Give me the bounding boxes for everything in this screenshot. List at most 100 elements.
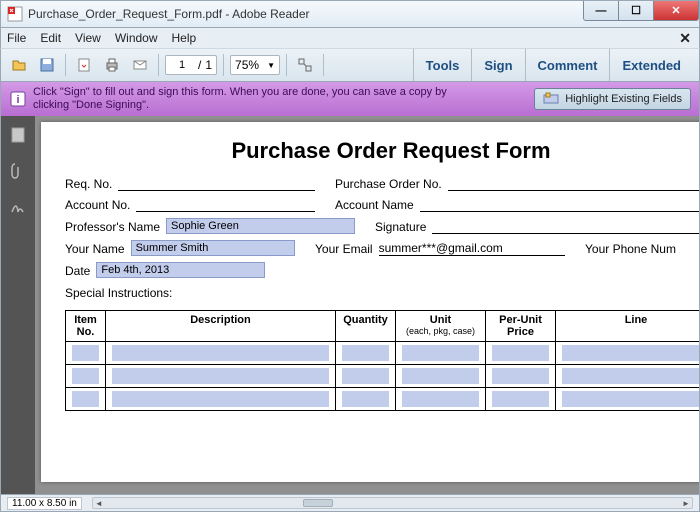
- toolbar: / 1 75% ▼ Tools Sign Comment Extended: [0, 48, 700, 82]
- field-req-no[interactable]: [118, 176, 315, 191]
- sign-banner: i Click "Sign" to fill out and sign this…: [0, 82, 700, 116]
- menu-help[interactable]: Help: [172, 31, 197, 45]
- cell-input[interactable]: [112, 391, 329, 407]
- field-po-no[interactable]: [448, 176, 699, 191]
- label-special: Special Instructions:: [65, 286, 172, 300]
- window-title: Purchase_Order_Request_Form.pdf - Adobe …: [28, 7, 310, 21]
- page-total: 1: [205, 58, 212, 72]
- page-sep: /: [198, 58, 201, 72]
- chevron-down-icon: ▼: [267, 61, 275, 70]
- page-dimensions: 11.00 x 8.50 in: [7, 497, 82, 510]
- label-your-name: Your Name: [65, 242, 125, 256]
- window-controls: — ☐ ✕: [584, 1, 699, 21]
- menu-edit[interactable]: Edit: [40, 31, 61, 45]
- pdf-icon: [7, 6, 23, 22]
- toolbar-separator: [158, 54, 159, 76]
- table-row: [66, 365, 700, 388]
- signatures-icon[interactable]: [9, 198, 27, 216]
- label-account-no: Account No.: [65, 198, 130, 212]
- field-account-name[interactable]: [420, 197, 699, 212]
- toolbar-separator: [323, 54, 324, 76]
- label-account-name: Account Name: [335, 198, 414, 212]
- email-button[interactable]: [128, 53, 152, 77]
- tools-button[interactable]: Tools: [413, 49, 472, 81]
- highlight-label: Highlight Existing Fields: [565, 93, 682, 105]
- label-prof-name: Professor's Name: [65, 220, 160, 234]
- col-quantity: Quantity: [336, 311, 396, 342]
- cell-input[interactable]: [112, 368, 329, 384]
- highlight-fields-button[interactable]: Highlight Existing Fields: [534, 88, 691, 110]
- cell-input[interactable]: [342, 368, 389, 384]
- cell-input[interactable]: [72, 391, 99, 407]
- zoom-dropdown[interactable]: 75% ▼: [230, 55, 280, 75]
- label-date: Date: [65, 264, 90, 278]
- scroll-thumb[interactable]: [303, 499, 333, 507]
- menu-window[interactable]: Window: [115, 31, 158, 45]
- table-row: [66, 342, 700, 365]
- label-your-email: Your Email: [315, 242, 373, 256]
- cell-input[interactable]: [492, 368, 549, 384]
- title-bar: Purchase_Order_Request_Form.pdf - Adobe …: [0, 0, 700, 28]
- col-line: Line: [556, 311, 700, 342]
- field-account-no[interactable]: [136, 197, 315, 212]
- cell-input[interactable]: [492, 345, 549, 361]
- field-prof-name[interactable]: Sophie Green: [166, 218, 355, 234]
- field-signature[interactable]: [432, 219, 699, 234]
- sign-button[interactable]: Sign: [471, 49, 524, 81]
- form-title: Purchase Order Request Form: [65, 138, 699, 164]
- horizontal-scrollbar[interactable]: ◄ ►: [92, 497, 693, 509]
- pdf-page: Purchase Order Request Form Req. No. Pur…: [41, 122, 699, 482]
- save-button[interactable]: [35, 53, 59, 77]
- cell-input[interactable]: [402, 368, 479, 384]
- maximize-button[interactable]: ☐: [618, 1, 654, 21]
- label-your-phone: Your Phone Num: [585, 242, 676, 256]
- label-signature: Signature: [375, 220, 426, 234]
- cell-input[interactable]: [402, 391, 479, 407]
- minimize-button[interactable]: —: [583, 1, 619, 21]
- col-description: Description: [106, 311, 336, 342]
- col-item-no: Item No.: [66, 311, 106, 342]
- cell-input[interactable]: [492, 391, 549, 407]
- scroll-left-arrow[interactable]: ◄: [93, 498, 105, 508]
- cell-input[interactable]: [562, 368, 699, 384]
- menu-bar: File Edit View Window Help ✕: [0, 28, 700, 48]
- cell-input[interactable]: [402, 345, 479, 361]
- col-unit: Unit(each, pkg, case): [396, 311, 486, 342]
- info-icon: i: [9, 90, 27, 108]
- table-row: [66, 388, 700, 411]
- cell-input[interactable]: [562, 391, 699, 407]
- extended-button[interactable]: Extended: [609, 49, 693, 81]
- main-area: Purchase Order Request Form Req. No. Pur…: [0, 116, 700, 494]
- status-bar: 11.00 x 8.50 in ◄ ►: [0, 494, 700, 512]
- cell-input[interactable]: [72, 345, 99, 361]
- close-button[interactable]: ✕: [653, 1, 699, 21]
- cell-input[interactable]: [562, 345, 699, 361]
- highlight-icon: [543, 92, 559, 106]
- print-button[interactable]: [100, 53, 124, 77]
- cell-input[interactable]: [72, 368, 99, 384]
- cell-input[interactable]: [342, 391, 389, 407]
- open-button[interactable]: [7, 53, 31, 77]
- field-date[interactable]: Feb 4th, 2013: [96, 262, 265, 278]
- fit-button[interactable]: [293, 53, 317, 77]
- col-per-unit: Per-Unit Price: [486, 311, 556, 342]
- field-your-email[interactable]: summer***@gmail.com: [379, 241, 565, 256]
- document-viewport[interactable]: Purchase Order Request Form Req. No. Pur…: [35, 116, 699, 494]
- menu-close-icon[interactable]: ✕: [679, 30, 691, 47]
- export-button[interactable]: [72, 53, 96, 77]
- cell-input[interactable]: [342, 345, 389, 361]
- menu-view[interactable]: View: [75, 31, 101, 45]
- svg-text:i: i: [16, 94, 19, 106]
- thumbnails-icon[interactable]: [9, 126, 27, 144]
- label-po-no: Purchase Order No.: [335, 177, 442, 191]
- toolbar-separator: [223, 54, 224, 76]
- scroll-right-arrow[interactable]: ►: [680, 498, 692, 508]
- page-navigator[interactable]: / 1: [165, 55, 217, 75]
- page-current-input[interactable]: [170, 59, 194, 71]
- attachments-icon[interactable]: [9, 162, 27, 180]
- toolbar-separator: [65, 54, 66, 76]
- comment-button[interactable]: Comment: [525, 49, 610, 81]
- menu-file[interactable]: File: [7, 31, 26, 45]
- field-your-name[interactable]: Summer Smith: [131, 240, 295, 256]
- cell-input[interactable]: [112, 345, 329, 361]
